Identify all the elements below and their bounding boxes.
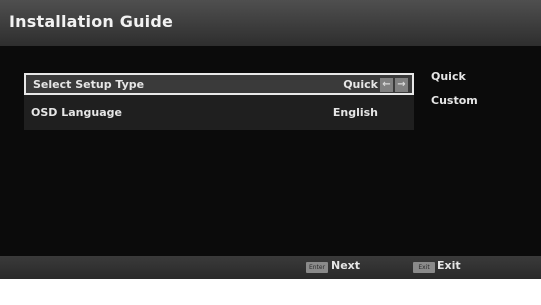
enter-key-icon: Enter xyxy=(306,262,328,273)
osd-language-label: OSD Language xyxy=(31,106,122,119)
exit-hint[interactable]: Exit xyxy=(437,259,461,272)
select-setup-type-value: Quick xyxy=(343,78,378,91)
header-bar: Installation Guide xyxy=(0,0,541,46)
footer-bar: Enter Next Exit Exit xyxy=(0,256,541,279)
arrow-left-icon[interactable]: ← xyxy=(380,78,393,92)
exit-key-icon: Exit xyxy=(413,262,435,273)
option-quick[interactable]: Quick xyxy=(431,70,478,94)
arrow-right-icon[interactable]: → xyxy=(395,78,408,92)
page-title: Installation Guide xyxy=(9,12,174,31)
setup-type-options: Quick Custom xyxy=(431,70,478,118)
tv-screen: Installation Guide Select Setup Type Qui… xyxy=(0,0,541,279)
select-setup-type-row[interactable]: Select Setup Type Quick ← → xyxy=(24,73,414,95)
next-hint[interactable]: Next xyxy=(331,259,360,272)
osd-language-row[interactable]: OSD Language English xyxy=(24,103,414,125)
value-arrows[interactable]: ← → xyxy=(380,78,408,92)
select-setup-type-label: Select Setup Type xyxy=(33,78,145,91)
osd-language-value: English xyxy=(332,106,378,119)
option-custom[interactable]: Custom xyxy=(431,94,478,118)
